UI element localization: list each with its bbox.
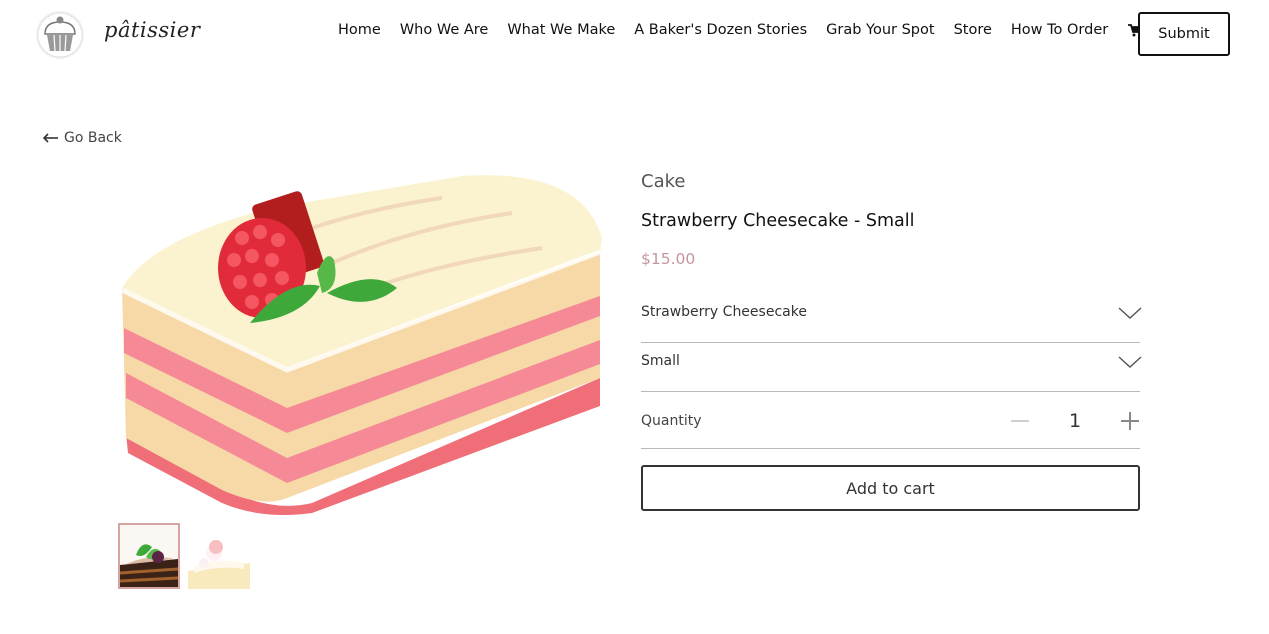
plus-icon[interactable] [1119, 410, 1141, 432]
submit-button[interactable]: Submit [1138, 12, 1230, 56]
go-back-label: Go Back [64, 130, 122, 146]
add-to-cart-button[interactable]: Add to cart [641, 465, 1140, 511]
cupcake-icon[interactable] [34, 8, 86, 60]
product-title: Strawberry Cheesecake - Small [641, 211, 915, 231]
main-nav: Home Who We Are What We Make A Baker's D… [338, 22, 1158, 38]
nav-item-who-we-are[interactable]: Who We Are [400, 22, 489, 38]
thumbnail-1[interactable] [118, 523, 180, 589]
size-select-value: Small [641, 353, 680, 369]
nav-item-store[interactable]: Store [954, 22, 992, 38]
product-price: $15.00 [641, 250, 696, 268]
flavor-select-value: Strawberry Cheesecake [641, 304, 807, 320]
size-select[interactable]: Small [641, 343, 1142, 392]
quantity-value[interactable]: 1 [1065, 410, 1085, 432]
flavor-select[interactable]: Strawberry Cheesecake [641, 294, 1142, 343]
nav-item-what-we-make[interactable]: What We Make [507, 22, 615, 38]
brand-name[interactable]: pâtissier [104, 18, 200, 42]
product-image[interactable] [112, 168, 608, 518]
chevron-down-icon [1118, 356, 1142, 368]
arrow-left-icon [43, 133, 58, 143]
site-header: pâtissier Home Who We Are What We Make A… [0, 0, 1269, 68]
chevron-down-icon [1118, 307, 1142, 319]
quantity-label: Quantity [641, 413, 702, 429]
nav-item-bakers-dozen-stories[interactable]: A Baker's Dozen Stories [634, 22, 807, 38]
nav-item-how-to-order[interactable]: How To Order [1011, 22, 1108, 38]
nav-item-home[interactable]: Home [338, 22, 381, 38]
go-back-link[interactable]: Go Back [43, 130, 122, 146]
product-category: Cake [641, 171, 686, 192]
quantity-stepper: Quantity 1 [641, 392, 1140, 449]
thumbnail-2[interactable] [188, 523, 250, 589]
minus-icon[interactable] [1009, 410, 1031, 432]
nav-item-grab-your-spot[interactable]: Grab Your Spot [826, 22, 934, 38]
